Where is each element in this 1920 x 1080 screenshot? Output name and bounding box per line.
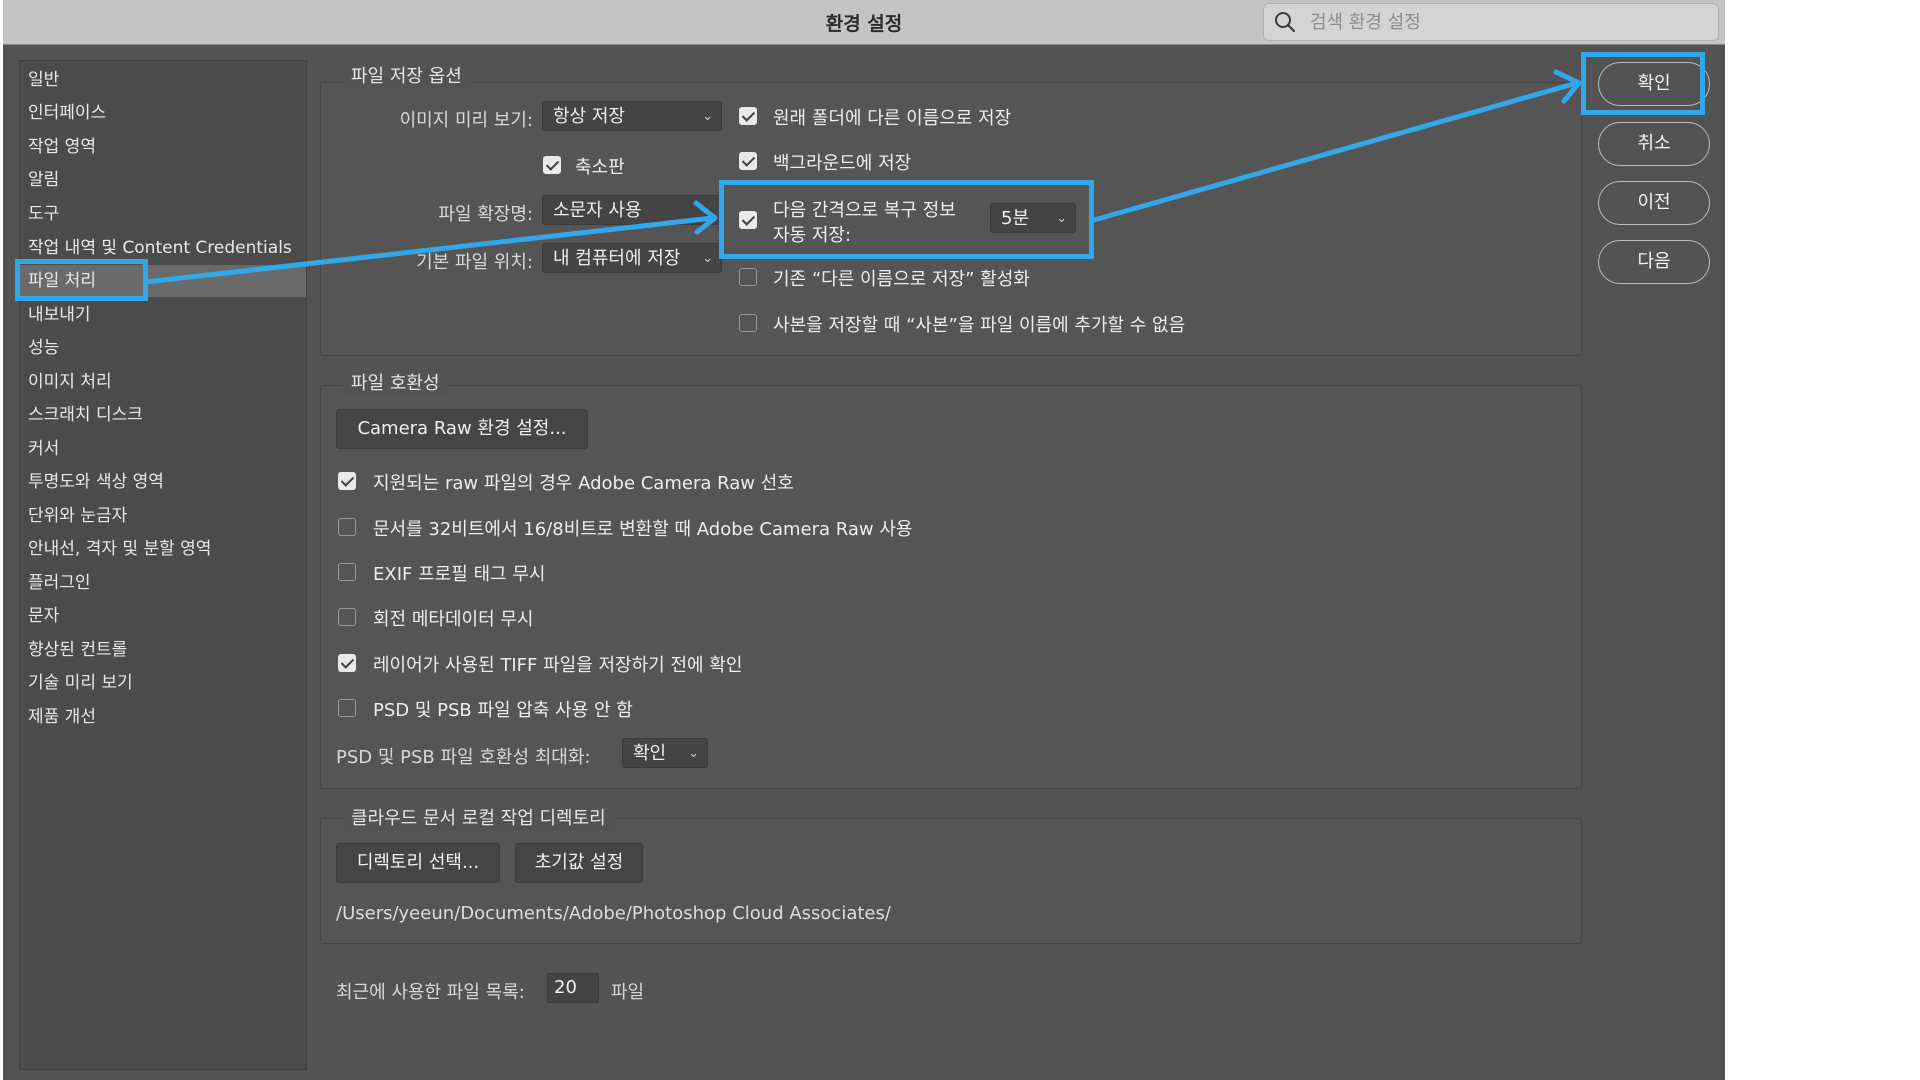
annotation-arrows	[143, 69, 1582, 285]
arrow-line-to-auto-save	[143, 215, 716, 285]
preferences-window: 환경 설정 일반 인터페이스 작업 영역 알림 도구 작업 내역 및 Conte…	[3, 0, 1725, 1080]
arrow-line-to-ok	[1091, 80, 1580, 223]
